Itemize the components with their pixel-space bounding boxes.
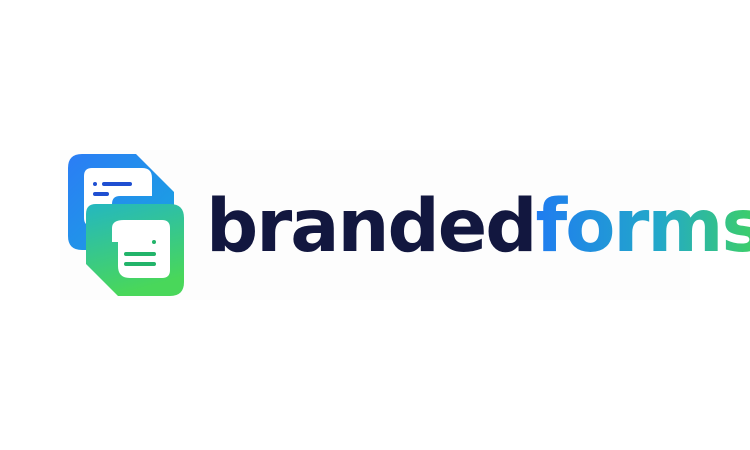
wordmark-forms: forms: [536, 184, 750, 269]
logo-canvas: brandedforms: [0, 0, 750, 450]
green-form-document: [86, 204, 184, 296]
brandedforms-logo-icon: [68, 154, 184, 296]
brand-wordmark: brandedforms: [206, 177, 750, 277]
wordmark-branded: branded: [206, 184, 538, 269]
